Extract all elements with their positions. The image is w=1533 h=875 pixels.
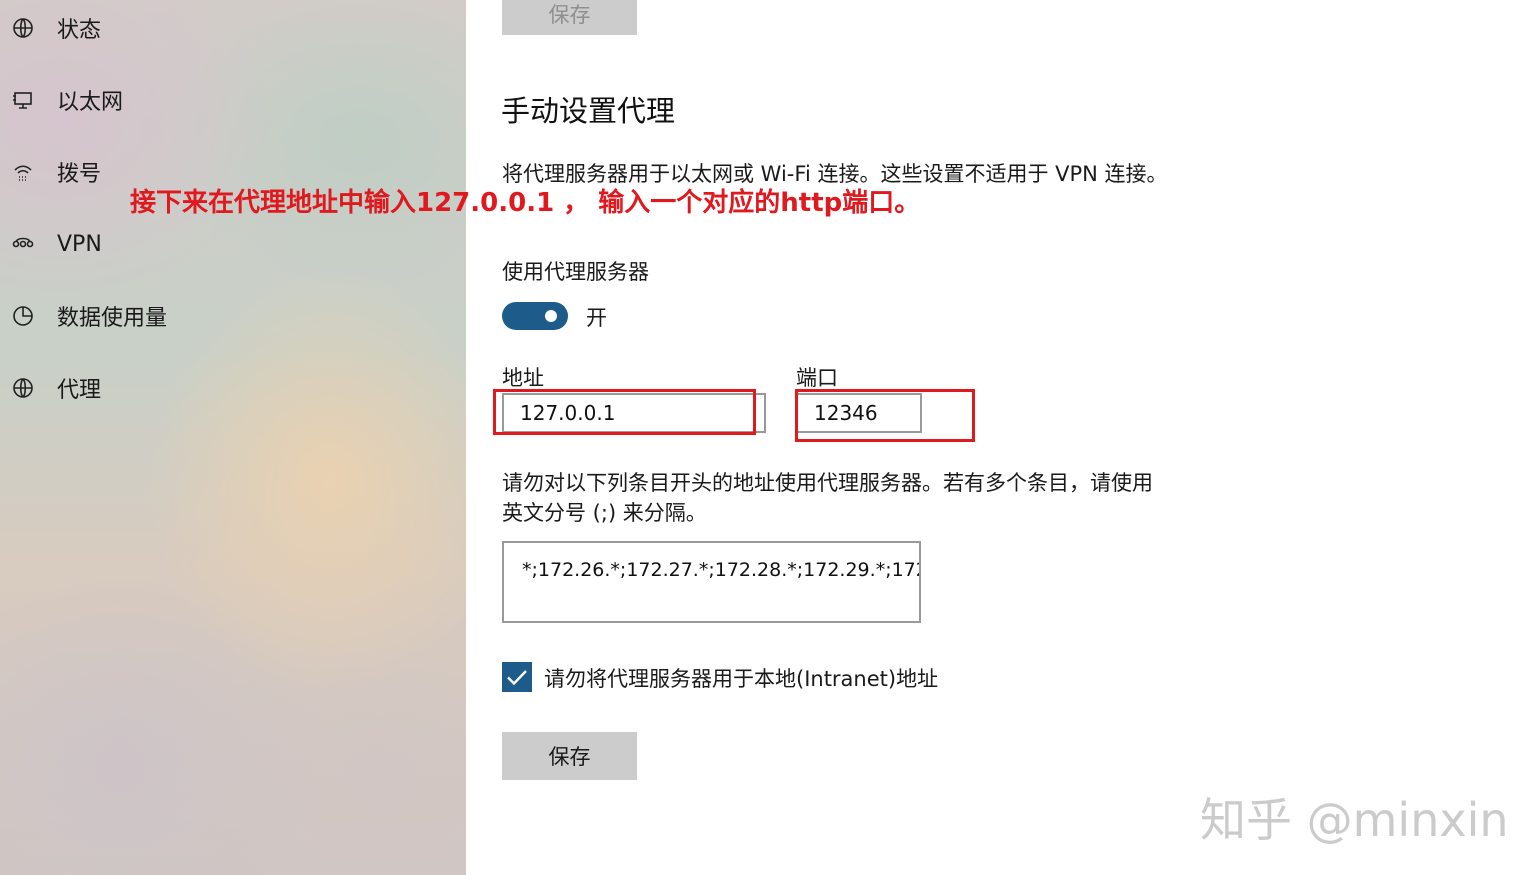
watermark: 知乎 @minxin [1200,793,1509,847]
save-button[interactable]: 保存 [502,732,637,780]
use-proxy-toggle[interactable] [502,302,568,330]
globe-icon [10,375,36,401]
sidebar-item-label: 拨号 [57,162,102,187]
dial-up-icon [10,159,36,185]
data-usage-icon [10,303,36,329]
toggle-state-label: 开 [586,306,607,330]
sidebar-item-label: 以太网 [57,90,124,115]
toggle-knob [545,310,557,322]
port-label: 端口 [796,366,838,390]
sidebar-item-ethernet[interactable]: 以太网 [0,72,466,128]
address-label: 地址 [502,366,544,390]
exceptions-textarea[interactable]: *;172.26.*;172.27.*;172.28.*;172.29.*;17… [502,541,921,623]
ethernet-icon [10,87,36,113]
use-proxy-label: 使用代理服务器 [502,260,649,284]
sidebar-item-vpn[interactable]: VPN [0,216,466,272]
page-title: 手动设置代理 [501,94,676,128]
globe-status-icon [10,15,36,41]
sidebar-item-label: VPN [57,231,102,257]
checkmark-icon [507,670,527,686]
bypass-local-checkbox[interactable] [502,662,532,692]
save-button-top[interactable]: 保存 [502,0,637,35]
sidebar-item-label: 数据使用量 [57,306,168,331]
sidebar-item-label: 代理 [57,378,102,403]
exceptions-label: 请勿对以下列条目开头的地址使用代理服务器。若有多个条目，请使用英文分号 (;) … [502,471,1153,525]
address-highlight-box [493,389,756,435]
navigation-sidebar: 状态 以太网 拨号 VPN 数据使用量 代理 [0,0,466,875]
sidebar-item-label: 状态 [57,18,102,43]
vpn-icon [10,231,36,257]
sidebar-item-data-usage[interactable]: 数据使用量 [0,288,466,344]
sidebar-item-proxy[interactable]: 代理 [0,360,466,416]
annotation-text: 接下来在代理地址中输入127.0.0.1 ， 输入一个对应的http端口。 [130,188,921,218]
port-highlight-box [795,389,975,442]
bypass-local-label: 请勿将代理服务器用于本地(Intranet)地址 [544,667,939,691]
sidebar-item-status[interactable]: 状态 [0,0,466,56]
exceptions-text: *;172.26.*;172.27.*;172.28.*;172.29.*;17… [522,559,919,581]
